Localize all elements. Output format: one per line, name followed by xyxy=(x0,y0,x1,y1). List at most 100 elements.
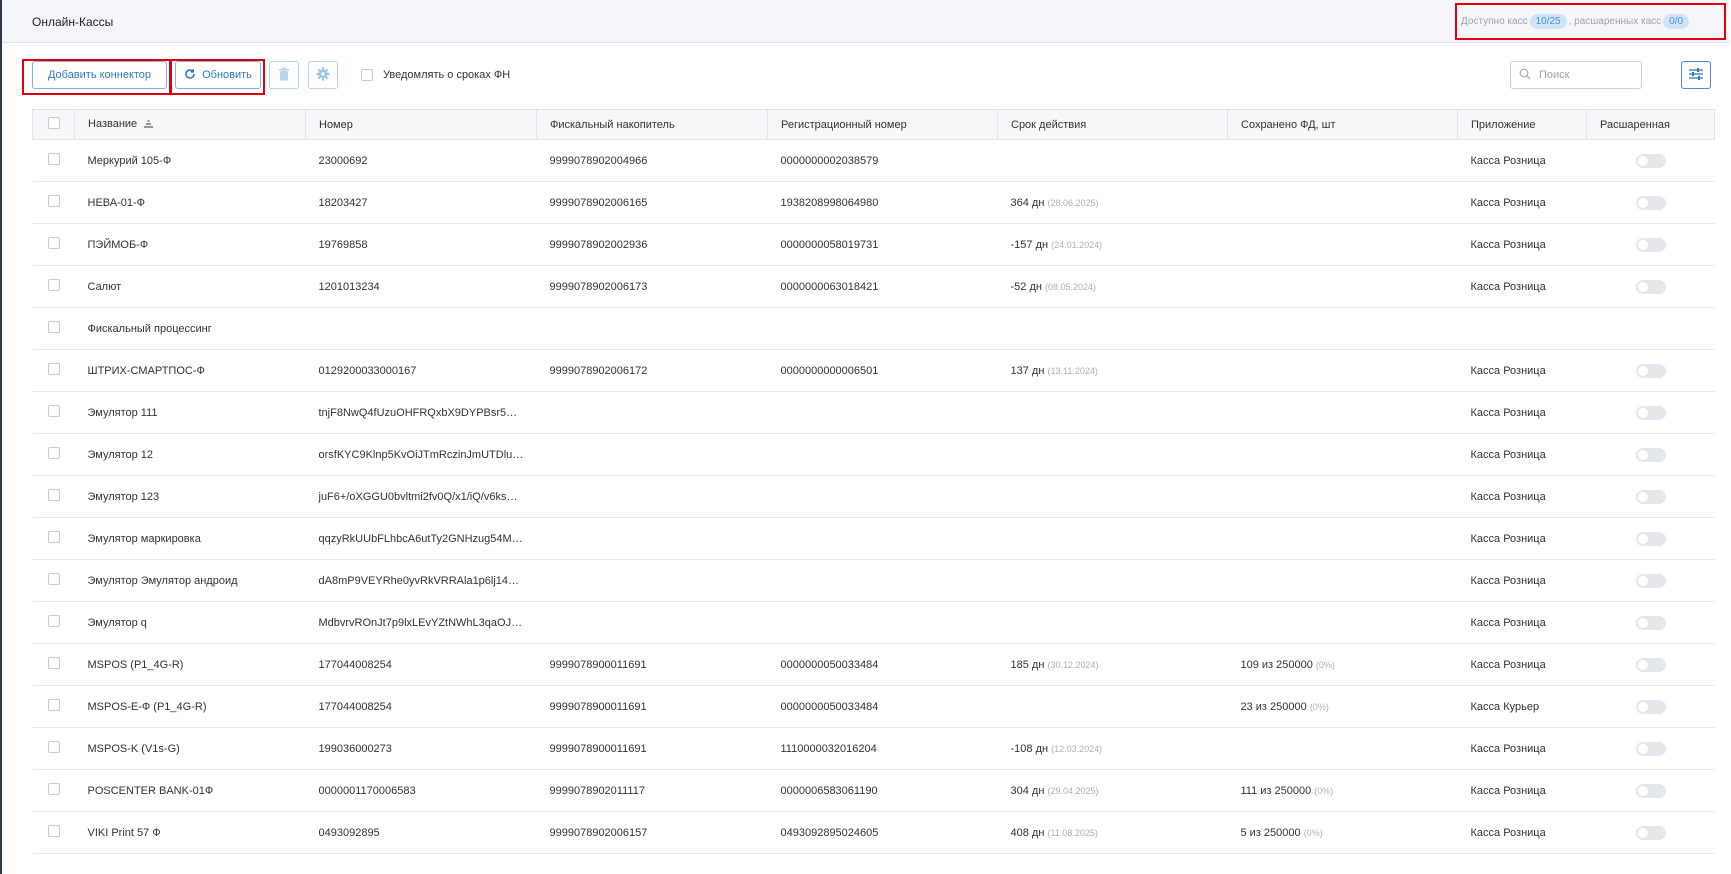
row-select-cell[interactable] xyxy=(32,643,75,686)
refresh-button[interactable]: Обновить xyxy=(175,61,261,89)
add-connector-button[interactable]: Добавить коннектор xyxy=(32,61,167,89)
row-checkbox[interactable] xyxy=(47,531,60,543)
row-select-cell[interactable] xyxy=(32,181,75,224)
table-row[interactable]: MSPOS (P1_4G-R) 177044008254 9999078900011… xyxy=(32,643,1715,686)
row-select-cell[interactable] xyxy=(32,601,75,644)
cell-name[interactable]: НЕВА-01-Ф xyxy=(74,181,306,224)
cell-name[interactable]: VIKI Print 57 Ф xyxy=(74,811,306,854)
row-checkbox[interactable] xyxy=(47,363,60,375)
row-checkbox[interactable] xyxy=(47,489,60,501)
cell-name[interactable]: ШТРИХ-СМАРТПОС-Ф xyxy=(74,349,306,392)
table-row[interactable]: MSPOS-K (V1s-G) 199036000273 9999078900011… xyxy=(32,727,1715,770)
row-checkbox[interactable] xyxy=(47,657,60,669)
row-checkbox[interactable] xyxy=(47,405,60,417)
column-header-name[interactable]: Название xyxy=(74,109,306,140)
extended-toggle[interactable] xyxy=(1635,237,1666,252)
table-row[interactable]: POSCENTER BANK-01Ф 0000001170006583 999907… xyxy=(32,769,1715,812)
column-header-fn[interactable]: Фискальный накопитель xyxy=(536,109,768,140)
row-select-cell[interactable] xyxy=(32,391,75,434)
table-row[interactable]: Эмулятор Эмулятор андроид dA8mP9VEYRhe0yv… xyxy=(32,559,1715,602)
row-checkbox[interactable] xyxy=(47,153,60,165)
table-row[interactable]: Фискальный процессинг xyxy=(32,307,1715,350)
row-select-cell[interactable] xyxy=(32,685,75,728)
row-select-cell[interactable] xyxy=(32,307,75,350)
notify-fn-option[interactable]: Уведомлять о сроках ФН xyxy=(361,69,510,81)
column-header-number[interactable]: Номер xyxy=(305,109,537,140)
row-checkbox[interactable] xyxy=(47,447,60,459)
extended-toggle[interactable] xyxy=(1635,279,1666,294)
row-checkbox[interactable] xyxy=(47,615,60,627)
row-checkbox[interactable] xyxy=(47,195,60,207)
table-row[interactable]: НЕВА-01-Ф 18203427 9999078902006165 1938208… xyxy=(32,181,1715,224)
row-select-cell[interactable] xyxy=(32,139,75,182)
row-select-cell[interactable] xyxy=(32,811,75,854)
extended-toggle[interactable] xyxy=(1635,783,1666,798)
extended-toggle[interactable] xyxy=(1635,447,1666,462)
row-select-cell[interactable] xyxy=(32,349,75,392)
table-row[interactable]: ПЭЙМОБ-Ф 19769858 9999078902002936 00000000… xyxy=(32,223,1715,266)
column-header-term[interactable]: Срок действия xyxy=(997,109,1228,140)
table-row[interactable]: Меркурий 105-Ф 23000692 9999078902004966 00… xyxy=(32,139,1715,182)
extended-toggle[interactable] xyxy=(1635,363,1666,378)
row-checkbox[interactable] xyxy=(47,573,60,585)
table-row[interactable]: VIKI Print 57 Ф 0493092895 999907890200615… xyxy=(32,811,1715,854)
extended-toggle[interactable] xyxy=(1635,153,1666,168)
table-row[interactable]: Эмулятор 12 orsfKYC9Klnp5KvOiJTmRczinJmUT… xyxy=(32,433,1715,476)
cell-name[interactable]: MSPOS-Е-Ф (P1_4G-R) xyxy=(74,685,306,728)
column-header-reg-number[interactable]: Регистрационный номер xyxy=(767,109,998,140)
row-checkbox[interactable] xyxy=(47,825,60,837)
settings-button[interactable] xyxy=(308,61,338,89)
extended-toggle[interactable] xyxy=(1635,489,1666,504)
delete-button[interactable] xyxy=(269,61,299,89)
row-select-cell[interactable] xyxy=(32,517,75,560)
search-box[interactable] xyxy=(1510,61,1642,89)
extended-toggle[interactable] xyxy=(1635,825,1666,840)
cell-name[interactable]: Эмулятор маркировка xyxy=(74,517,306,560)
column-settings-button[interactable] xyxy=(1681,61,1711,89)
table-row[interactable]: Салют 1201013234 9999078902006173 000000006… xyxy=(32,265,1715,308)
select-all-checkbox[interactable] xyxy=(47,117,60,129)
cell-name[interactable]: ПЭЙМОБ-Ф xyxy=(74,223,306,266)
column-header-saved-fd[interactable]: Сохранено ФД, шт xyxy=(1227,109,1458,140)
search-input[interactable] xyxy=(1539,69,1629,81)
cell-name[interactable]: Меркурий 105-Ф xyxy=(74,139,306,182)
cell-name[interactable]: Эмулятор 123 xyxy=(74,475,306,518)
row-checkbox[interactable] xyxy=(47,783,60,795)
sort-icon[interactable] xyxy=(143,119,154,131)
row-select-cell[interactable] xyxy=(32,265,75,308)
row-checkbox[interactable] xyxy=(47,279,60,291)
cell-name[interactable]: Салют xyxy=(74,265,306,308)
extended-toggle[interactable] xyxy=(1635,699,1666,714)
table-row[interactable]: Эмулятор маркировка qqzyRkUUbFLhbcA6utTy2… xyxy=(32,517,1715,560)
cell-name[interactable]: Фискальный процессинг xyxy=(74,307,306,350)
cell-name[interactable]: Эмулятор Эмулятор андроид xyxy=(74,559,306,602)
row-checkbox[interactable] xyxy=(47,699,60,711)
column-header-extended[interactable]: Расшаренная xyxy=(1586,109,1715,140)
cell-name[interactable]: POSCENTER BANK-01Ф xyxy=(74,769,306,812)
table-row[interactable]: Эмулятор q MdbvrvROnJt7p9lxLEvYZtNWhL3qaO… xyxy=(32,601,1715,644)
row-select-cell[interactable] xyxy=(32,433,75,476)
table-row[interactable]: Эмулятор 123 juF6+/oXGGU0bvltmi2fv0Q/x1/i… xyxy=(32,475,1715,518)
column-header-app[interactable]: Приложение xyxy=(1457,109,1587,140)
extended-toggle[interactable] xyxy=(1635,573,1666,588)
extended-toggle[interactable] xyxy=(1635,615,1666,630)
extended-toggle[interactable] xyxy=(1635,657,1666,672)
notify-fn-checkbox[interactable] xyxy=(361,69,373,81)
cell-name[interactable]: Эмулятор q xyxy=(74,601,306,644)
row-select-cell[interactable] xyxy=(32,727,75,770)
row-select-cell[interactable] xyxy=(32,769,75,812)
row-select-cell[interactable] xyxy=(32,223,75,266)
select-all-cell[interactable] xyxy=(32,109,75,140)
extended-toggle[interactable] xyxy=(1635,195,1666,210)
extended-toggle[interactable] xyxy=(1635,405,1666,420)
row-select-cell[interactable] xyxy=(32,475,75,518)
row-select-cell[interactable] xyxy=(32,559,75,602)
row-checkbox[interactable] xyxy=(47,321,60,333)
cell-name[interactable]: Эмулятор 111 xyxy=(74,391,306,434)
cell-name[interactable]: MSPOS-K (V1s-G) xyxy=(74,727,306,770)
extended-toggle[interactable] xyxy=(1635,531,1666,546)
cell-name[interactable]: MSPOS (P1_4G-R) xyxy=(74,643,306,686)
table-row[interactable]: ШТРИХ-СМАРТПОС-Ф 0129200033000167 99990789… xyxy=(32,349,1715,392)
cell-name[interactable]: Эмулятор 12 xyxy=(74,433,306,476)
extended-toggle[interactable] xyxy=(1635,741,1666,756)
